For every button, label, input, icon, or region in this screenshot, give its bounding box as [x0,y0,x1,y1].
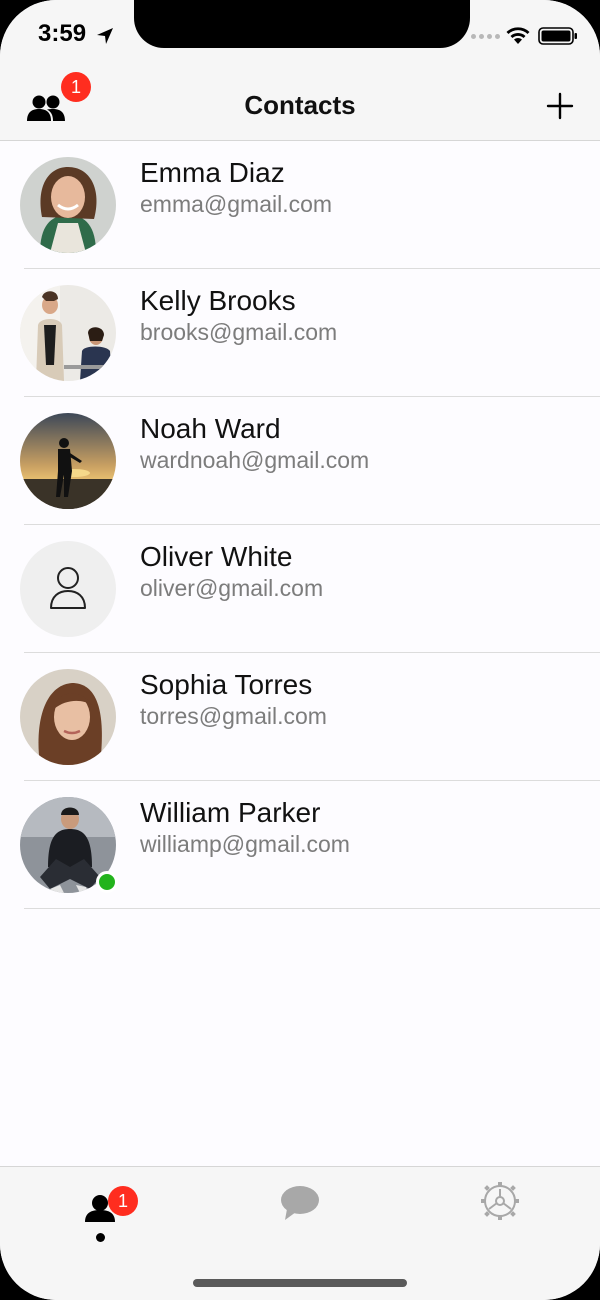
avatar [20,413,116,509]
settings-wheel-icon [481,1182,519,1220]
avatar [20,669,116,765]
plus-icon[interactable] [546,92,574,120]
contact-name: Noah Ward [140,413,281,444]
contact-row-emma-diaz[interactable]: Emma Diaz emma@gmail.com [0,141,600,269]
contact-row-sophia-torres[interactable]: Sophia Torres torres@gmail.com [0,653,600,781]
avatar [20,541,116,637]
contact-email: williamp@gmail.com [140,831,350,857]
avatar [20,285,116,381]
placeholder-person-icon [20,541,116,637]
avatar [20,157,116,253]
location-arrow-icon [97,28,113,44]
chat-bubble-icon [281,1186,319,1220]
contact-name: Oliver White [140,541,293,572]
device-notch [134,0,470,48]
contact-email: wardnoah@gmail.com [140,447,370,473]
contact-email: emma@gmail.com [140,191,333,217]
phone-screen: 3:59 1 Contacts Emma Diaz emma@gmail.com… [0,0,600,1300]
row-divider [24,908,600,909]
contact-email: brooks@gmail.com [140,319,338,345]
online-status-indicator [96,871,118,893]
status-time: 3:59 [38,20,87,47]
notification-badge: 1 [108,1186,138,1216]
contact-row-william-parker[interactable]: William Parker williamp@gmail.com [0,781,600,909]
avatar-photo [20,413,116,509]
contact-name: Sophia Torres [140,669,313,700]
avatar-photo [20,285,116,381]
wifi-icon [506,27,530,44]
navigation-bar: 1 Contacts [0,70,600,141]
tab-contacts[interactable]: 1 [70,1181,138,1241]
tab-chats[interactable] [270,1181,330,1241]
selected-tab-indicator [96,1233,105,1242]
contact-row-kelly-brooks[interactable]: Kelly Brooks brooks@gmail.com [0,269,600,397]
contact-name: Kelly Brooks [140,285,296,316]
contact-row-oliver-white[interactable]: Oliver White oliver@gmail.com [0,525,600,653]
contact-row-noah-ward[interactable]: Noah Ward wardnoah@gmail.com [0,397,600,525]
contact-name: Emma Diaz [140,157,285,188]
page-title: Contacts [244,90,356,120]
avatar-photo [20,669,116,765]
avatar [20,797,118,893]
tab-bar: 1 [0,1166,600,1300]
cellular-signal-icon [471,34,500,39]
avatar-photo [20,157,116,253]
tab-settings[interactable] [470,1181,530,1241]
contact-email: torres@gmail.com [140,703,327,729]
battery-icon [538,27,577,45]
contact-name: William Parker [140,797,321,828]
contact-email: oliver@gmail.com [140,575,324,601]
contact-list: Emma Diaz emma@gmail.com Kelly Brooks br… [0,141,600,909]
home-indicator[interactable] [193,1279,407,1287]
